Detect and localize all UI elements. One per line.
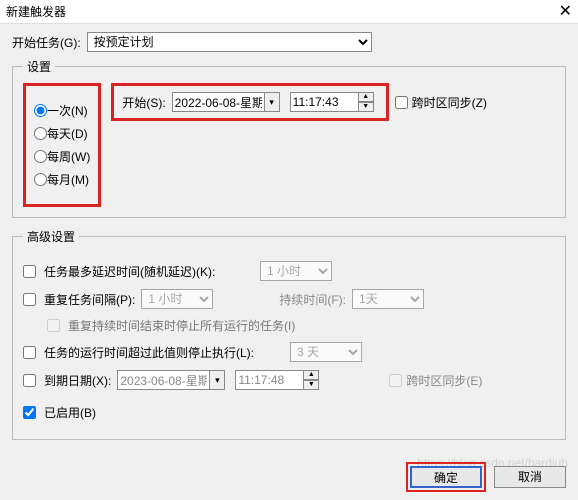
- begin-task-label: 开始任务(G):: [12, 34, 81, 51]
- frequency-radio-group: 一次(N) 每天(D) 每周(W) 每月(M): [23, 83, 101, 207]
- expire-label: 到期日期(X):: [44, 372, 111, 389]
- stop-at-end-checkbox: [47, 319, 60, 332]
- delay-label: 任务最多延迟时间(随机延迟)(K):: [44, 263, 254, 280]
- radio-daily[interactable]: 每天(D): [34, 125, 90, 142]
- begin-task-select[interactable]: 按预定计划: [87, 32, 372, 52]
- start-datetime-box: 开始(S): ▾ ▲▼: [111, 83, 388, 121]
- expire-time-input[interactable]: ▲▼: [235, 370, 323, 390]
- chevron-down-icon: ▾: [209, 370, 225, 390]
- repeat-checkbox[interactable]: [23, 293, 36, 306]
- down-icon[interactable]: ▼: [358, 102, 374, 112]
- expire-sync-checkbox: [389, 374, 402, 387]
- radio-monthly[interactable]: 每月(M): [34, 171, 90, 188]
- up-icon[interactable]: ▲: [358, 92, 374, 102]
- delay-checkbox[interactable]: [23, 265, 36, 278]
- duration-select: 1天: [352, 289, 424, 309]
- stop-at-end-label: 重复持续时间结束时停止所有运行的任务(I): [68, 317, 295, 334]
- delay-select: 1 小时: [260, 261, 332, 281]
- sync-timezones-checkbox[interactable]: [395, 96, 408, 109]
- enabled-label: 已启用(B): [44, 404, 96, 421]
- settings-legend: 设置: [23, 58, 55, 75]
- window-title: 新建触发器: [6, 0, 66, 24]
- radio-once[interactable]: 一次(N): [34, 102, 90, 119]
- cancel-button[interactable]: 取消: [494, 466, 566, 488]
- repeat-interval-select: 1 小时: [141, 289, 213, 309]
- chevron-down-icon[interactable]: ▾: [264, 92, 280, 112]
- duration-label: 持续时间(F):: [279, 291, 346, 308]
- expire-date-input[interactable]: ▾: [117, 370, 229, 390]
- sync-timezones-label: 跨时区同步(Z): [412, 94, 487, 111]
- close-icon[interactable]: ✕: [559, 0, 572, 24]
- stop-after-select: 3 天: [290, 342, 362, 362]
- settings-group: 设置 一次(N) 每天(D) 每周(W) 每月(M) 开始(S): ▾: [12, 58, 566, 218]
- start-label: 开始(S):: [122, 94, 165, 111]
- radio-weekly[interactable]: 每周(W): [34, 148, 90, 165]
- advanced-group: 高级设置 任务最多延迟时间(随机延迟)(K): 1 小时 重复任务间隔(P): …: [12, 228, 566, 440]
- ok-button[interactable]: 确定: [410, 466, 482, 488]
- enabled-checkbox[interactable]: [23, 406, 36, 419]
- expire-checkbox[interactable]: [23, 374, 36, 387]
- expire-sync-label: 跨时区同步(E): [406, 372, 482, 389]
- start-date-input[interactable]: ▾: [172, 92, 284, 112]
- start-time-input[interactable]: ▲▼: [290, 92, 378, 112]
- stop-after-checkbox[interactable]: [23, 346, 36, 359]
- advanced-legend: 高级设置: [23, 228, 79, 245]
- stop-after-label: 任务的运行时间超过此值则停止执行(L):: [44, 344, 284, 361]
- repeat-label: 重复任务间隔(P):: [44, 291, 135, 308]
